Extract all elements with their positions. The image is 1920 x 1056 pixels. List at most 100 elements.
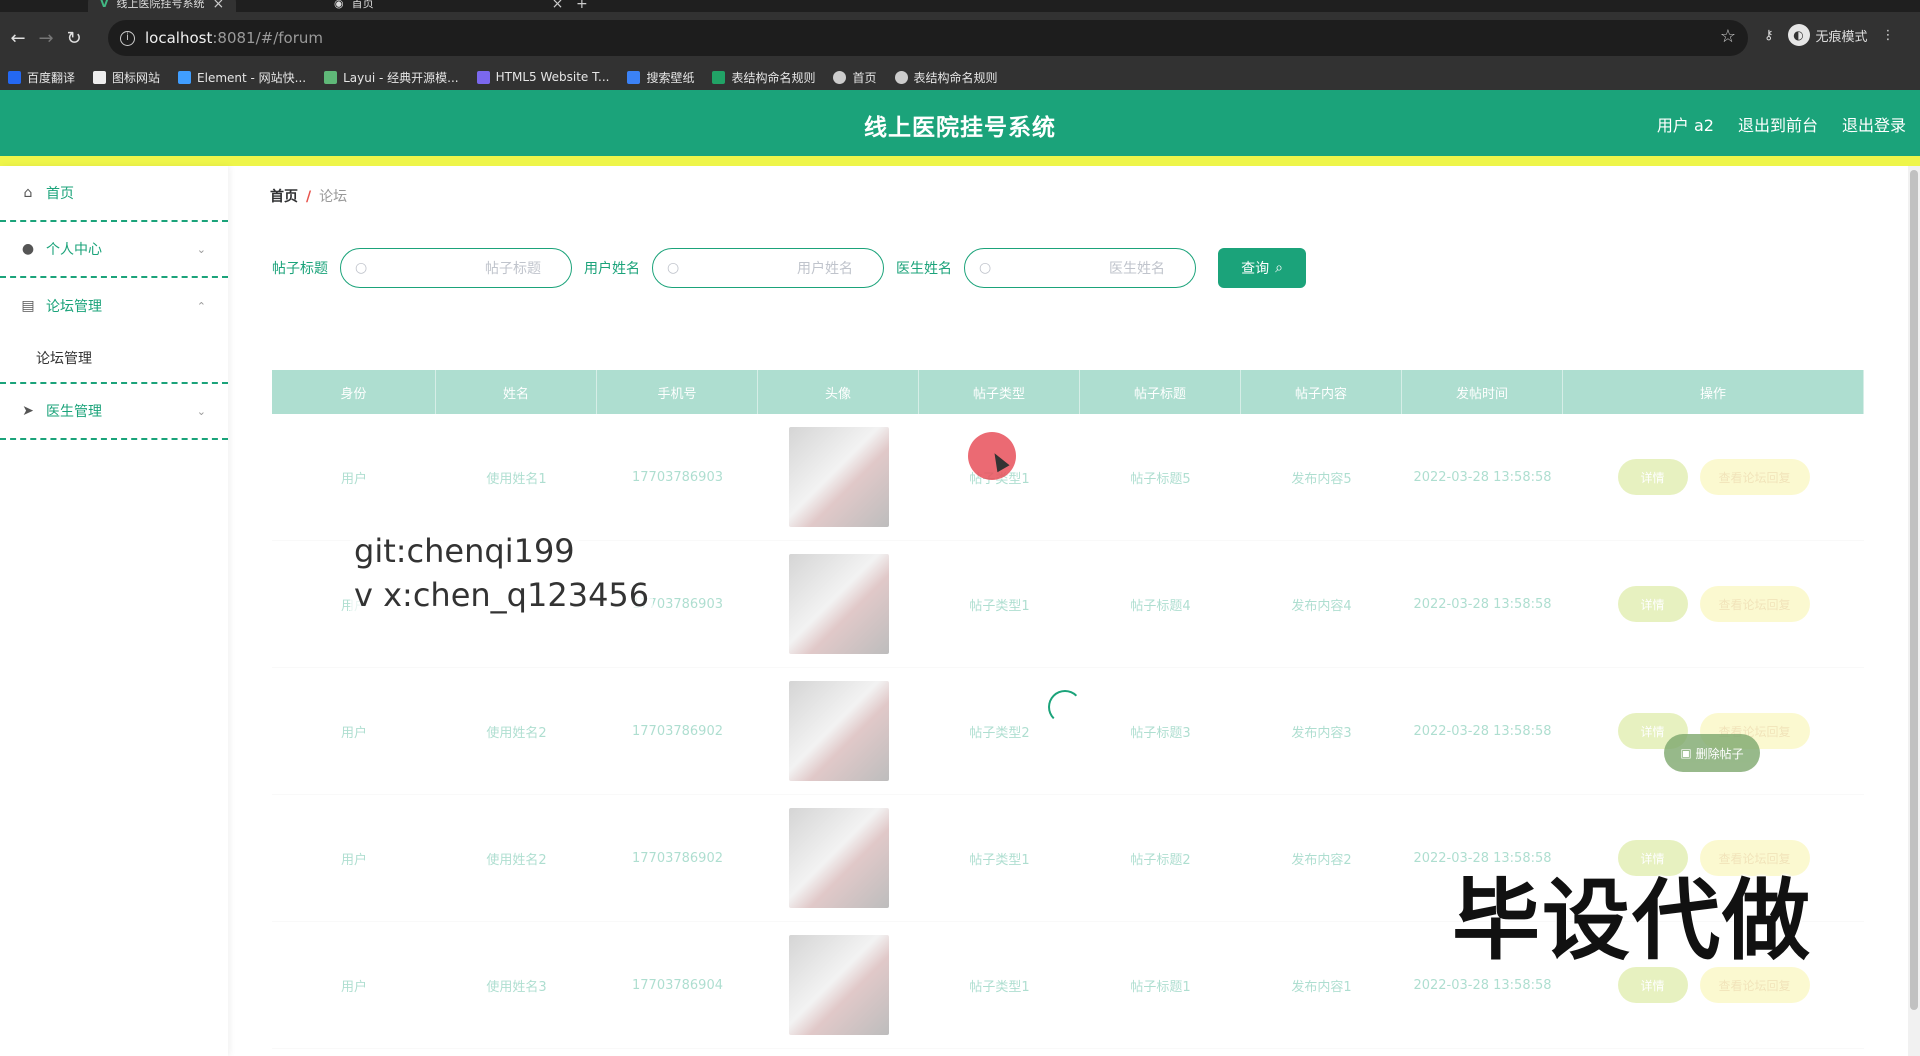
table-cell: 发布内容3 bbox=[1291, 725, 1352, 741]
bookmark-item[interactable]: Layui - 经典开源模... bbox=[324, 69, 459, 86]
view-replies-button[interactable]: 查看论坛回复 bbox=[1699, 586, 1810, 622]
column-header[interactable]: 手机号 bbox=[597, 370, 758, 414]
breadcrumb-home[interactable]: 首页 bbox=[270, 189, 298, 205]
bookmark-item[interactable]: 百度翻译 bbox=[8, 69, 75, 86]
column-header[interactable]: 头像 bbox=[758, 370, 919, 414]
delete-post-button[interactable]: ▣ 删除帖子 bbox=[1664, 734, 1760, 772]
site-info-icon[interactable]: i bbox=[120, 30, 135, 46]
back-icon[interactable]: ← bbox=[4, 28, 32, 49]
view-replies-button[interactable]: 查看论坛回复 bbox=[1699, 459, 1810, 495]
column-header[interactable]: 帖子标题 bbox=[1080, 370, 1241, 414]
user-icon: ● bbox=[21, 241, 35, 257]
incognito-indicator[interactable]: ◐ 无痕模式 bbox=[1787, 24, 1868, 46]
detail-button[interactable]: 详情 bbox=[1617, 586, 1688, 622]
bookmarks-bar: 百度翻译 图标网站 Element - 网站快... Layui - 经典开源模… bbox=[0, 64, 1920, 90]
url-input[interactable]: i localhost:8081/#/forum ☆ bbox=[108, 20, 1748, 56]
column-header[interactable]: 帖子内容 bbox=[1241, 370, 1402, 414]
tab-home[interactable]: ◉ 首页 × bbox=[334, 0, 563, 12]
table-row: 用户 使用姓名2 17703786902 帖子类型2 帖子标题3 发布内容3 2022-03… bbox=[272, 668, 1864, 795]
bookmark-item[interactable]: 搜索壁纸 bbox=[627, 69, 694, 86]
column-header[interactable]: 身份 bbox=[272, 370, 436, 414]
column-header[interactable]: 操作 bbox=[1563, 370, 1864, 414]
table-cell: 发布内容5 bbox=[1291, 471, 1352, 487]
table-cell: 帖子标题5 bbox=[1130, 471, 1191, 487]
table-cell: 使用姓名3 bbox=[486, 979, 547, 995]
close-tab-icon[interactable]: × bbox=[213, 0, 225, 11]
new-tab-button[interactable]: + bbox=[576, 0, 588, 12]
query-button[interactable]: 查询 ⌕ bbox=[1218, 248, 1306, 288]
logout-link[interactable]: 退出登录 bbox=[1842, 112, 1906, 136]
operation-cell: 详情 查看论坛回复 bbox=[1563, 414, 1864, 540]
table-cell: 发布内容2 bbox=[1291, 852, 1352, 868]
table-cell: 帖子标题4 bbox=[1130, 598, 1191, 614]
current-user-label: 用户 a2 bbox=[1656, 116, 1714, 135]
sidebar-item-forum[interactable]: ▤ 论坛管理 ⌃ bbox=[0, 278, 228, 334]
user-name-label: 用户姓名 bbox=[584, 261, 640, 277]
table-cell: 2022-03-28 13:58:58 bbox=[1413, 469, 1552, 485]
sidebar-item-home[interactable]: ⌂ 首页 bbox=[0, 166, 228, 222]
forward-icon[interactable]: → bbox=[32, 28, 60, 49]
exit-to-frontend-link[interactable]: 退出到前台 bbox=[1738, 112, 1818, 136]
key-icon[interactable]: ⚷ bbox=[1764, 28, 1774, 43]
watermark-line1: git:chenqi199 bbox=[350, 532, 579, 570]
table-cell: 17703786902 bbox=[632, 850, 723, 866]
bookmark-item[interactable]: 表结构命名规则 bbox=[894, 69, 998, 86]
browser-tab-bar: V 线上医院挂号系统 × ◉ 首页 × + bbox=[0, 0, 1920, 12]
table-cell: 使用姓名2 bbox=[486, 852, 547, 868]
avatar-cell bbox=[758, 668, 919, 794]
close-tab-icon[interactable]: × bbox=[552, 0, 564, 11]
table-cell: 用户 bbox=[340, 471, 367, 487]
vue-icon: V bbox=[100, 0, 109, 10]
post-title-label: 帖子标题 bbox=[272, 261, 328, 277]
avatar[interactable] bbox=[788, 681, 889, 781]
bookmark-item[interactable]: HTML5 Website T... bbox=[476, 70, 609, 84]
incognito-icon: ◐ bbox=[1787, 24, 1810, 46]
column-header[interactable]: 姓名 bbox=[436, 370, 597, 414]
table-cell: 17703786902 bbox=[632, 723, 723, 739]
globe-icon: ◉ bbox=[334, 0, 344, 10]
table-cell: 用户 bbox=[340, 979, 367, 995]
scrollbar-thumb[interactable] bbox=[1910, 170, 1918, 1010]
sheet-icon bbox=[712, 70, 726, 84]
bookmark-item[interactable]: 表结构命名规则 bbox=[712, 69, 815, 86]
sidebar-item-doctor[interactable]: ➤ 医生管理 ⌄ bbox=[0, 384, 228, 440]
page-scrollbar[interactable] bbox=[1908, 166, 1920, 1056]
post-title-input[interactable]: ○ 帖子标题 bbox=[340, 248, 572, 288]
table-header: 身份 姓名 手机号 头像 帖子类型 帖子标题 帖子内容 发帖时间 操作 bbox=[272, 370, 1864, 414]
bookmark-item[interactable]: Element - 网站快... bbox=[178, 69, 306, 86]
bookmark-item[interactable]: 图标网站 bbox=[93, 69, 160, 86]
bookmark-item[interactable]: 首页 bbox=[833, 69, 877, 86]
menu-icon[interactable]: ⋮ bbox=[1882, 28, 1895, 43]
bookmark-star-icon[interactable]: ☆ bbox=[1720, 26, 1736, 47]
avatar[interactable] bbox=[788, 427, 889, 527]
table-cell: 2022-03-28 13:58:58 bbox=[1413, 596, 1552, 612]
reload-icon[interactable]: ↻ bbox=[60, 28, 88, 49]
table-cell: 17703786904 bbox=[632, 977, 723, 993]
translate-icon bbox=[8, 70, 21, 84]
table-row: 用户 使用姓名1 17703786903 帖子类型1 帖子标题5 发布内容5 2022-03… bbox=[272, 414, 1864, 541]
tab-forum[interactable]: V 线上医院挂号系统 × bbox=[88, 0, 237, 12]
column-header[interactable]: 帖子类型 bbox=[919, 370, 1080, 414]
sidebar-subitem-forum-manage[interactable]: 论坛管理 bbox=[0, 334, 228, 384]
table-cell: 帖子类型1 bbox=[969, 979, 1030, 995]
user-name-input[interactable]: ○ 用户姓名 bbox=[652, 248, 884, 288]
chevron-down-icon: ⌄ bbox=[196, 242, 206, 256]
html5-icon bbox=[476, 70, 490, 84]
address-bar-row: ← → ↻ i localhost:8081/#/forum ☆ ⚷ ◐ 无痕模… bbox=[0, 12, 1920, 64]
detail-button[interactable]: 详情 bbox=[1617, 459, 1688, 495]
avatar-cell bbox=[758, 922, 919, 1048]
table-cell: 用户 bbox=[340, 852, 367, 868]
breadcrumb-current: 论坛 bbox=[319, 189, 348, 205]
avatar[interactable] bbox=[788, 935, 889, 1035]
sidebar-item-profile[interactable]: ● 个人中心 ⌄ bbox=[0, 222, 228, 278]
chevron-down-icon: ⌄ bbox=[196, 404, 206, 418]
avatar[interactable] bbox=[788, 554, 889, 654]
table-cell: 发布内容4 bbox=[1291, 598, 1352, 614]
doctor-name-label: 医生姓名 bbox=[896, 261, 952, 277]
doctor-name-input[interactable]: ○ 医生姓名 bbox=[964, 248, 1196, 288]
chevron-up-icon: ⌃ bbox=[196, 299, 206, 313]
column-header[interactable]: 发帖时间 bbox=[1402, 370, 1563, 414]
avatar[interactable] bbox=[788, 808, 889, 908]
table-cell: 使用姓名2 bbox=[486, 725, 547, 741]
wallpaper-icon bbox=[627, 70, 641, 84]
